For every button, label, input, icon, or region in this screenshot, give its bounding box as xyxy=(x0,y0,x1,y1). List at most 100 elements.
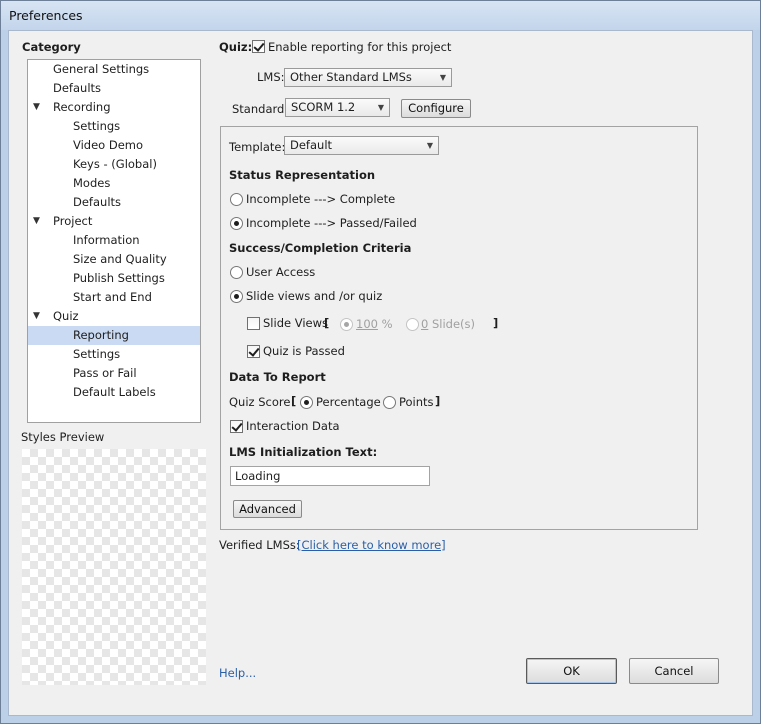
lms-select[interactable]: Other Standard LMSs ▼ xyxy=(284,68,452,87)
tree-item-label: Video Demo xyxy=(73,138,144,152)
slide-views-percent-value: 100 % xyxy=(356,317,393,331)
data-to-report-heading: Data To Report xyxy=(229,370,326,384)
tree-item-label: Default Labels xyxy=(73,385,156,399)
template-select[interactable]: Default ▼ xyxy=(284,136,439,155)
quiz-passed-checkbox[interactable] xyxy=(247,345,260,358)
tree-item-label: Project xyxy=(53,214,93,228)
slide-views-quiz-radio[interactable] xyxy=(230,290,243,303)
tree-item-video-demo[interactable]: Video Demo xyxy=(28,136,200,155)
tree-item-label: Defaults xyxy=(73,195,122,209)
slide-views-checkbox[interactable] xyxy=(247,317,260,330)
user-access-label: User Access xyxy=(246,265,316,279)
category-tree[interactable]: General Settings Defaults ▼ Recording Settin… xyxy=(27,59,201,423)
slide-views-bracket-close: ] xyxy=(493,316,499,330)
tree-item-label: Information xyxy=(73,233,140,247)
quiz-score-bracket-close: ] xyxy=(435,394,441,408)
lms-init-text-input[interactable]: Loading xyxy=(230,466,430,486)
quiz-score-bracket-open: [ xyxy=(291,394,297,408)
tree-item-settings[interactable]: Settings xyxy=(28,345,200,364)
lms-label: LMS: xyxy=(257,70,285,84)
tree-item-label: Recording xyxy=(53,100,111,114)
preferences-window: Preferences Category General Settings Def… xyxy=(0,0,761,724)
status-passed-failed-radio[interactable] xyxy=(230,217,243,230)
quiz-label: Quiz: xyxy=(219,40,253,54)
cancel-button[interactable]: Cancel xyxy=(629,658,719,684)
standard-label: Standard: xyxy=(232,102,289,116)
expand-triangle-icon[interactable]: ▼ xyxy=(33,212,40,231)
tree-item-label: Settings xyxy=(73,347,121,361)
slide-views-bracket-open: [ xyxy=(324,316,330,330)
slide-views-quiz-label: Slide views and /or quiz xyxy=(246,289,383,303)
tree-item-pass-or-fail[interactable]: Pass or Fail xyxy=(28,364,200,383)
tree-item-default-labels[interactable]: Default Labels xyxy=(28,383,200,402)
interaction-data-label: Interaction Data xyxy=(246,419,340,433)
slide-views-percent-radio[interactable] xyxy=(340,318,353,331)
slide-views-count-value: 0 Slide(s) xyxy=(421,317,475,331)
template-select-value: Default xyxy=(290,138,333,152)
quiz-passed-label: Quiz is Passed xyxy=(263,344,345,358)
tree-item-label: Quiz xyxy=(53,309,79,323)
tree-item-label: Pass or Fail xyxy=(73,366,137,380)
chevron-down-icon: ▼ xyxy=(426,141,433,150)
tree-item-label: Settings xyxy=(73,119,121,133)
tree-item-label: Start and End xyxy=(73,290,152,304)
percentage-radio[interactable] xyxy=(300,396,313,409)
tree-item-publish-settings[interactable]: Publish Settings xyxy=(28,269,200,288)
expand-triangle-icon[interactable]: ▼ xyxy=(33,98,40,117)
tree-item-project[interactable]: ▼ Project xyxy=(28,212,200,231)
tree-item-modes[interactable]: Modes xyxy=(28,174,200,193)
interaction-data-checkbox[interactable] xyxy=(230,420,243,433)
title-bar[interactable]: Preferences xyxy=(1,1,760,30)
verified-lms-link[interactable]: [Click here to know more] xyxy=(297,538,446,552)
verified-lms-label: Verified LMSs: xyxy=(219,538,300,552)
tree-item-label: Keys - (Global) xyxy=(73,157,157,171)
lms-init-heading: LMS Initialization Text: xyxy=(229,445,378,459)
tree-item-quiz[interactable]: ▼ Quiz xyxy=(28,307,200,326)
standard-select-value: SCORM 1.2 xyxy=(291,100,356,114)
percent-value: 100 xyxy=(356,317,378,331)
dialog-body: Category General Settings Defaults ▼ Record… xyxy=(8,30,753,716)
status-complete-label: Incomplete ---> Complete xyxy=(246,192,396,206)
points-label: Points xyxy=(399,395,434,409)
styles-preview-label: Styles Preview xyxy=(21,430,105,444)
tree-item-settings[interactable]: Settings xyxy=(28,117,200,136)
slides-value: 0 xyxy=(421,317,429,331)
help-link[interactable]: Help... xyxy=(219,666,256,680)
tree-item-recording[interactable]: ▼ Recording xyxy=(28,98,200,117)
tree-item-size-and-quality[interactable]: Size and Quality xyxy=(28,250,200,269)
tree-item-label: General Settings xyxy=(53,62,150,76)
category-heading: Category xyxy=(22,40,81,54)
percent-unit: % xyxy=(381,317,393,331)
tree-item-defaults[interactable]: Defaults xyxy=(28,79,200,98)
tree-item-label: Publish Settings xyxy=(73,271,165,285)
lms-select-value: Other Standard LMSs xyxy=(290,70,412,84)
tree-item-information[interactable]: Information xyxy=(28,231,200,250)
styles-preview xyxy=(22,449,206,685)
tree-item-label: Reporting xyxy=(73,328,129,342)
configure-button[interactable]: Configure xyxy=(401,99,471,118)
slides-unit: Slide(s) xyxy=(431,317,476,331)
status-passed-failed-label: Incomplete ---> Passed/Failed xyxy=(246,216,417,230)
tree-item-keys-global[interactable]: Keys - (Global) xyxy=(28,155,200,174)
standard-select[interactable]: SCORM 1.2 ▼ xyxy=(285,98,390,117)
reporting-group: Template: Default ▼ Status Representatio… xyxy=(220,126,698,530)
expand-triangle-icon[interactable]: ▼ xyxy=(33,307,40,326)
advanced-button[interactable]: Advanced xyxy=(233,500,302,518)
enable-reporting-checkbox[interactable] xyxy=(252,40,265,53)
tree-item-label: Defaults xyxy=(53,81,102,95)
tree-item-label: Size and Quality xyxy=(73,252,167,266)
tree-item-defaults[interactable]: Defaults xyxy=(28,193,200,212)
slide-views-label: Slide Views xyxy=(263,316,329,330)
tree-item-label: Modes xyxy=(73,176,111,190)
tree-item-start-and-end[interactable]: Start and End xyxy=(28,288,200,307)
percentage-label: Percentage xyxy=(316,395,381,409)
slide-views-count-radio[interactable] xyxy=(406,318,419,331)
tree-item-reporting[interactable]: Reporting xyxy=(28,326,200,345)
points-radio[interactable] xyxy=(383,396,396,409)
tree-item-general-settings[interactable]: General Settings xyxy=(28,60,200,79)
status-complete-radio[interactable] xyxy=(230,193,243,206)
ok-button[interactable]: OK xyxy=(526,658,617,684)
user-access-radio[interactable] xyxy=(230,266,243,279)
chevron-down-icon: ▼ xyxy=(439,73,446,82)
criteria-heading: Success/Completion Criteria xyxy=(229,241,412,255)
